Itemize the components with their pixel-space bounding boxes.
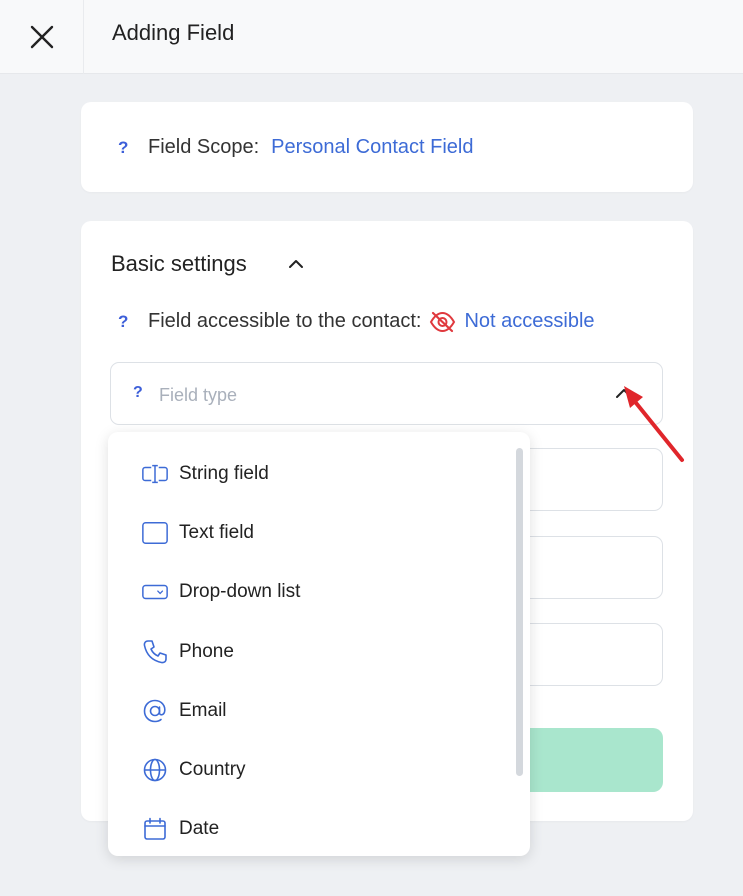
dropdown-item-email[interactable]: Email [108, 686, 513, 736]
string-field-icon [141, 460, 169, 488]
help-icon[interactable]: ? [133, 384, 151, 402]
help-icon[interactable]: ? [118, 138, 136, 158]
dropdown-item-label: String field [179, 463, 269, 484]
field-scope-value[interactable]: Personal Contact Field [271, 136, 473, 159]
dropdown-item-label: Date [179, 818, 220, 839]
field-access-row: ? Field accessible to the contact: Not a… [118, 310, 595, 333]
close-icon[interactable] [30, 25, 54, 49]
field-access-label: Field accessible to the contact: [148, 310, 422, 332]
dropdown-item-string-field[interactable]: String field [108, 449, 513, 499]
dropdown-list-icon [141, 578, 169, 606]
calendar-icon [141, 815, 169, 843]
annotation-arrow-icon [624, 386, 684, 462]
field-type-dropdown: String field Text field Drop-down list P… [108, 432, 530, 856]
globe-icon [141, 756, 169, 784]
field-scope-row: ? Field Scope: Personal Contact Field [118, 136, 474, 159]
page-title: Adding Field [112, 20, 235, 45]
text-field-icon [141, 519, 169, 547]
phone-icon [141, 638, 169, 666]
save-button[interactable]: ve [520, 728, 663, 792]
dropdown-item-label: Phone [179, 641, 234, 662]
dropdown-item-label: Drop-down list [179, 581, 301, 602]
dropdown-item-date[interactable]: Date [108, 804, 513, 854]
dropdown-item-country[interactable]: Country [108, 745, 513, 795]
dropdown-item-phone[interactable]: Phone [108, 627, 513, 677]
hidden-input-field[interactable] [520, 623, 663, 686]
dropdown-item-label: Text field [179, 522, 254, 543]
field-type-placeholder: Field type [159, 385, 238, 405]
eye-off-icon [429, 311, 456, 333]
dropdown-item-drop-down-list[interactable]: Drop-down list [108, 567, 513, 617]
field-access-value[interactable]: Not accessible [464, 310, 594, 333]
close-button[interactable] [0, 0, 84, 74]
dropdown-scrollbar[interactable] [516, 448, 523, 776]
email-icon [141, 697, 169, 725]
top-bar: Adding Field [0, 0, 743, 74]
hidden-input-field[interactable] [520, 536, 663, 599]
dropdown-item-text-field[interactable]: Text field [108, 508, 513, 558]
help-icon[interactable]: ? [118, 312, 136, 332]
chevron-up-icon[interactable] [286, 254, 306, 274]
dropdown-item-label: Email [179, 700, 227, 721]
basic-settings-title: Basic settings [111, 251, 247, 276]
field-scope-label: Field Scope: [148, 136, 260, 158]
field-type-select[interactable]: ? Field type [110, 362, 663, 425]
dropdown-item-label: Country [179, 759, 246, 780]
